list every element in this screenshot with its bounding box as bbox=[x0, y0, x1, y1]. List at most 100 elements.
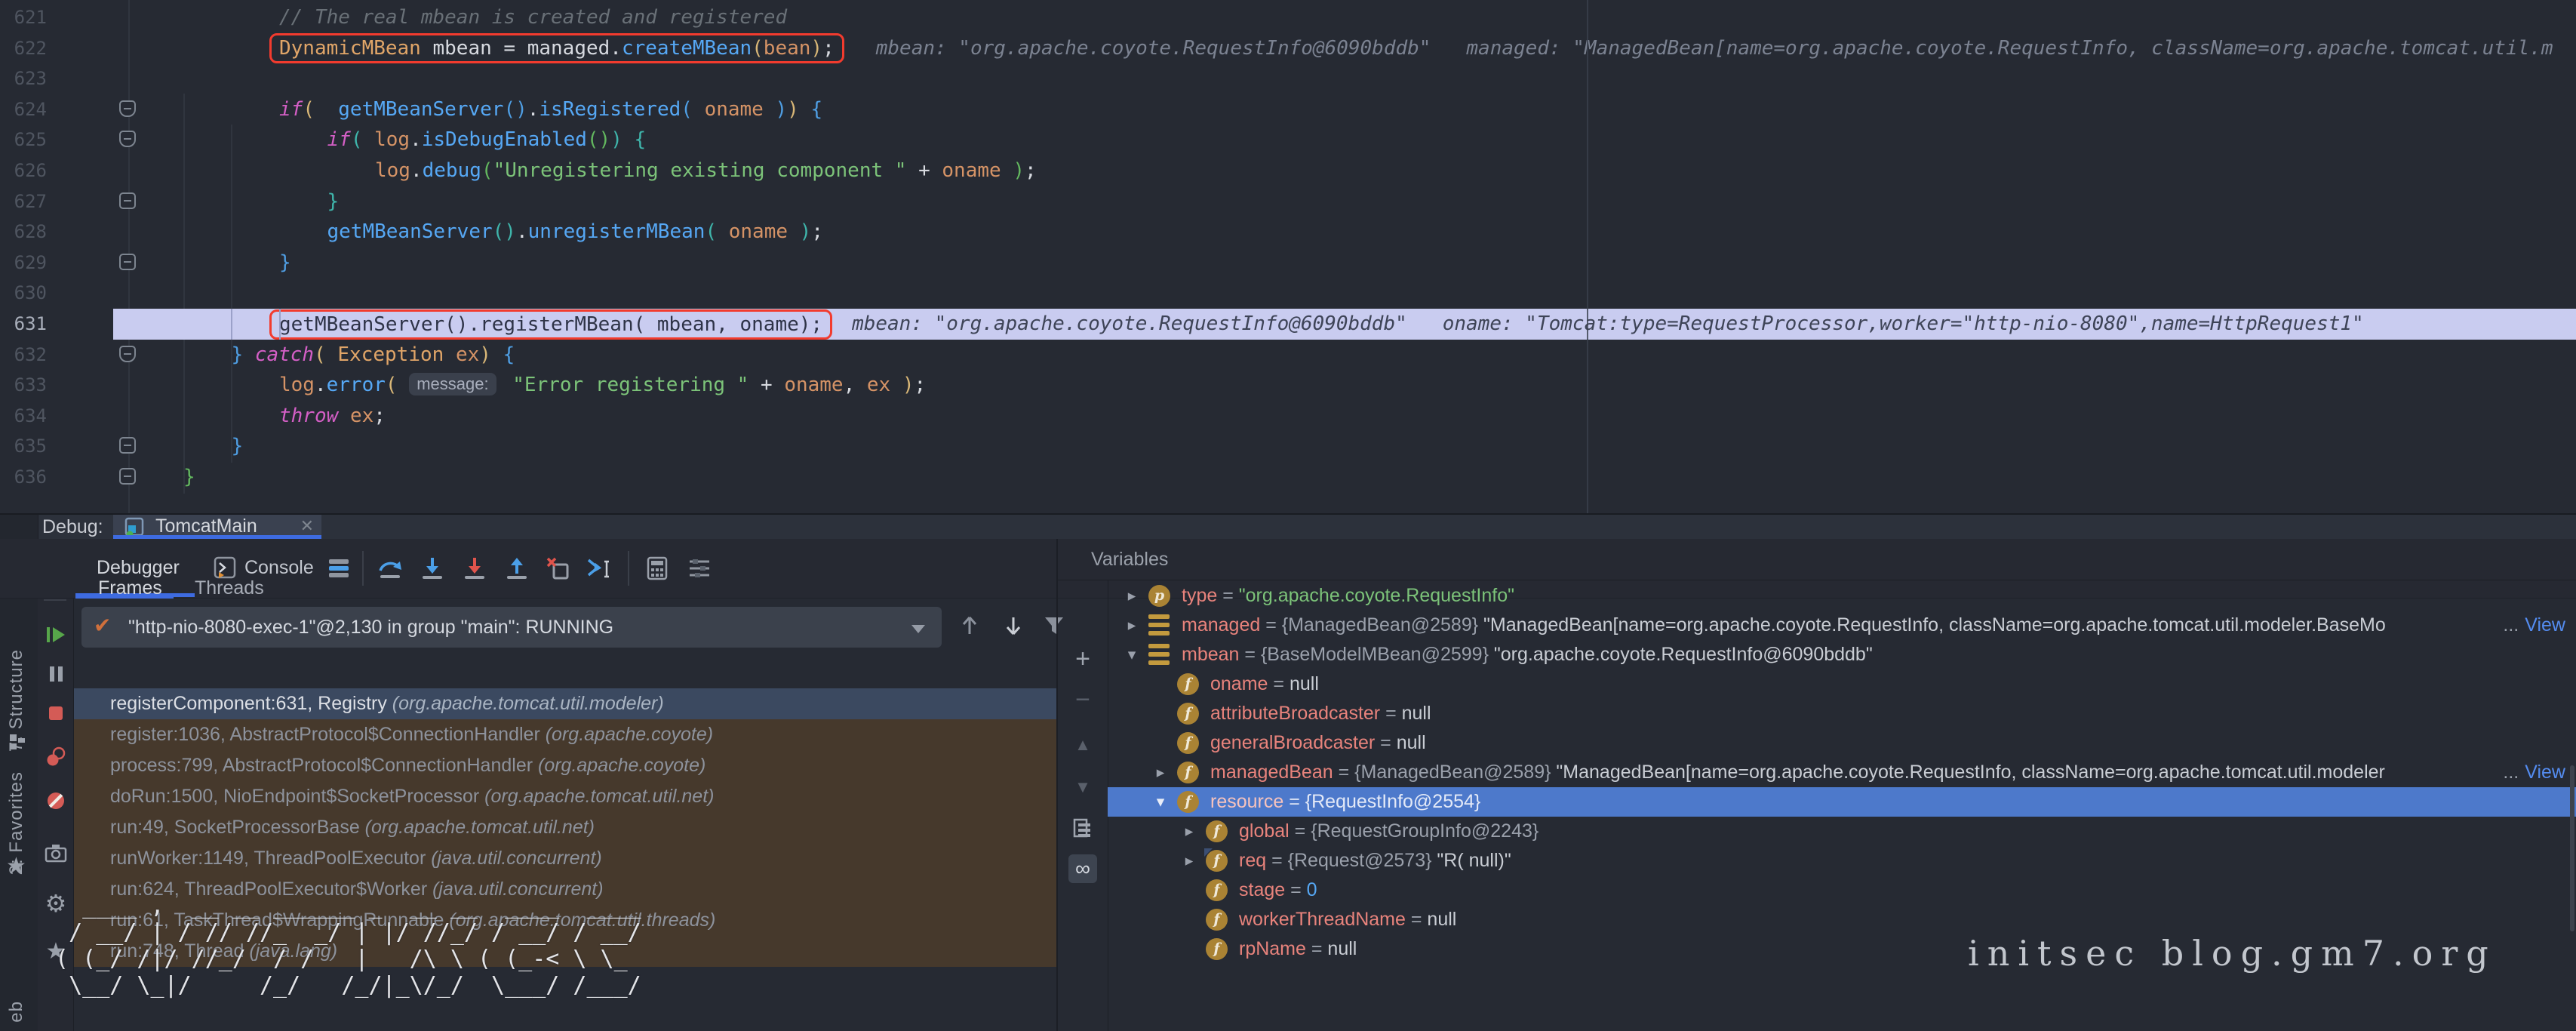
variable-row-managedBean[interactable]: ▸fmanagedBean = {ManagedBean@2589} "Mana… bbox=[1108, 758, 2576, 787]
field-icon: f bbox=[1177, 732, 1199, 754]
line-number: 624 bbox=[0, 94, 47, 125]
fold-marker[interactable] bbox=[119, 100, 136, 117]
code-line-622[interactable]: 622DynamicMBean mbean = managed.createMB… bbox=[0, 33, 2576, 64]
code-line-623[interactable]: 623 bbox=[0, 63, 2576, 94]
chevron-right-icon[interactable]: ▸ bbox=[1180, 846, 1198, 876]
variable-row-oname[interactable]: foname = null bbox=[1108, 669, 2576, 699]
code-line-626[interactable]: 626log.debug("Unregistering existing com… bbox=[0, 155, 2576, 186]
code-token: ( bbox=[752, 37, 764, 60]
tab-threads[interactable]: Threads bbox=[195, 578, 264, 598]
structure-icon bbox=[9, 734, 26, 750]
close-icon[interactable]: ✕ bbox=[300, 515, 314, 537]
variables-side-toolbar: + − ▲ ▼ ∞ bbox=[1058, 580, 1108, 1031]
variable-row-stage[interactable]: f stage = 0 bbox=[1108, 876, 2576, 905]
previous-frame-icon[interactable] bbox=[958, 611, 984, 642]
code-token: mbean = managed. bbox=[421, 37, 622, 60]
code-text: } bbox=[232, 431, 244, 462]
variable-row-type[interactable]: ▸ptype = "org.apache.coyote.RequestInfo" bbox=[1108, 581, 2576, 611]
resume-icon[interactable] bbox=[43, 622, 69, 648]
variable-value: {RequestInfo@2554} bbox=[1305, 791, 1481, 812]
thread-selector[interactable]: ✔ "http-nio-8080-exec-1"@2,130 in group … bbox=[81, 607, 942, 648]
code-line-621[interactable]: 621// The real mbean is created and regi… bbox=[0, 2, 2576, 33]
code-segments: throw ex; bbox=[279, 405, 386, 427]
mute-breakpoints-icon[interactable] bbox=[43, 788, 69, 814]
code-line-635[interactable]: 635} bbox=[0, 431, 2576, 462]
duplicate-watch-icon[interactable] bbox=[1068, 814, 1097, 842]
stop-icon[interactable] bbox=[43, 700, 69, 726]
stack-frame-row[interactable]: doRun:1500, NioEndpoint$SocketProcessor … bbox=[74, 781, 1056, 812]
debug-label: Debug: bbox=[42, 515, 103, 539]
code-line-628[interactable]: 628getMBeanServer().unregisterMBean( ona… bbox=[0, 217, 2576, 248]
view-breakpoints-icon[interactable] bbox=[43, 744, 69, 770]
code-token: bean bbox=[764, 37, 811, 60]
chevron-down-icon[interactable]: ▾ bbox=[1151, 787, 1170, 817]
code-line-636[interactable]: 636} bbox=[0, 462, 2576, 493]
pause-icon[interactable] bbox=[43, 661, 69, 687]
next-frame-icon[interactable] bbox=[1002, 611, 1028, 642]
move-up-icon[interactable]: ▲ bbox=[1068, 731, 1097, 759]
fold-marker[interactable] bbox=[119, 346, 136, 362]
code-line-630[interactable]: 630 bbox=[0, 278, 2576, 309]
fold-marker[interactable] bbox=[119, 437, 136, 454]
code-line-634[interactable]: 634throw ex; bbox=[0, 401, 2576, 432]
variable-value: {RequestGroupInfo@2243} bbox=[1311, 820, 1539, 842]
chevron-right-icon[interactable]: ▸ bbox=[1123, 611, 1141, 640]
stack-frame-row[interactable]: registerComponent:631, Registry (org.apa… bbox=[74, 688, 1056, 719]
run-tab-tomcatmain[interactable]: TomcatMain ✕ bbox=[113, 515, 321, 538]
stack-frame-row[interactable]: register:1036, AbstractProtocol$Connecti… bbox=[74, 719, 1056, 750]
code-line-629[interactable]: 629} bbox=[0, 248, 2576, 279]
variable-row-attributeBroadcaster[interactable]: fattributeBroadcaster = null bbox=[1108, 699, 2576, 728]
code-line-627[interactable]: 627} bbox=[0, 186, 2576, 217]
thread-dump-camera-icon[interactable] bbox=[43, 841, 69, 866]
stripe-item-debug[interactable]: eb bbox=[6, 1001, 27, 1023]
variable-row-global[interactable]: ▸fglobal = {RequestGroupInfo@2243} bbox=[1108, 817, 2576, 846]
code-token: { bbox=[503, 343, 515, 366]
variable-text: stage = 0 bbox=[1239, 876, 2565, 905]
move-down-icon[interactable]: ▼ bbox=[1068, 773, 1097, 802]
chevron-right-icon[interactable]: ▸ bbox=[1123, 581, 1141, 611]
code-token: catch bbox=[255, 343, 314, 366]
stack-frame-row[interactable]: runWorker:1149, ThreadPoolExecutor (java… bbox=[74, 843, 1056, 874]
show-watches-infinity-icon[interactable]: ∞ bbox=[1068, 854, 1097, 883]
variable-value: "R( null)" bbox=[1437, 850, 1511, 871]
code-line-631[interactable]: 631getMBeanServer().registerMBean( mbean… bbox=[0, 309, 2576, 340]
variable-value: null bbox=[1397, 732, 1426, 753]
fold-marker[interactable] bbox=[119, 192, 136, 209]
frame-package: (java.util.concurrent) bbox=[431, 848, 601, 869]
code-segments: log.debug("Unregistering existing compon… bbox=[375, 159, 1037, 182]
code-text: } bbox=[279, 248, 291, 279]
code-line-632[interactable]: 632} catch( Exception ex) { bbox=[0, 340, 2576, 371]
variable-row-workerThreadName[interactable]: fworkerThreadName = null bbox=[1108, 905, 2576, 934]
ellipsis: ... bbox=[2503, 611, 2519, 640]
field-icon: f bbox=[1206, 879, 1228, 901]
code-text: getMBeanServer().registerMBean( mbean, o… bbox=[279, 309, 2364, 340]
variable-row-req[interactable]: ▸freq = {Request@2573} "R( null)" bbox=[1108, 846, 2576, 876]
view-link[interactable]: View bbox=[2525, 611, 2565, 640]
code-token: } bbox=[232, 435, 244, 457]
variable-row-mbean[interactable]: ▾mbean = {BaseModelMBean@2599} "org.apac… bbox=[1108, 640, 2576, 669]
scrollbar-thumb[interactable] bbox=[2570, 765, 2574, 931]
code-editor[interactable]: 621// The real mbean is created and regi… bbox=[0, 0, 2576, 515]
chevron-right-icon[interactable]: ▸ bbox=[1180, 817, 1198, 846]
stack-frame-row[interactable]: process:799, AbstractProtocol$Connection… bbox=[74, 750, 1056, 781]
variable-row-generalBroadcaster[interactable]: fgeneralBroadcaster = null bbox=[1108, 728, 2576, 758]
code-token: . bbox=[315, 374, 327, 396]
code-line-624[interactable]: 624if( getMBeanServer().isRegistered( on… bbox=[0, 94, 2576, 125]
chevron-right-icon[interactable]: ▸ bbox=[1151, 758, 1170, 787]
add-watch-icon[interactable]: + bbox=[1068, 645, 1097, 673]
stack-frame-row[interactable]: run:49, SocketProcessorBase (org.apache.… bbox=[74, 812, 1056, 843]
fold-marker[interactable] bbox=[119, 468, 136, 485]
chevron-down-icon[interactable]: ▾ bbox=[1123, 640, 1141, 669]
code-line-633[interactable]: 633log.error( message: "Error registerin… bbox=[0, 370, 2576, 401]
view-link[interactable]: View bbox=[2525, 758, 2565, 787]
variable-text: resource = {RequestInfo@2554} bbox=[1210, 787, 2565, 817]
code-token: ) bbox=[902, 374, 915, 396]
fold-marker[interactable] bbox=[119, 254, 136, 270]
variable-row-managed[interactable]: ▸managed = {ManagedBean@2589} "ManagedBe… bbox=[1108, 611, 2576, 640]
remove-watch-icon[interactable]: − bbox=[1068, 685, 1097, 714]
frame-location: register:1036, AbstractProtocol$Connecti… bbox=[110, 724, 546, 745]
code-token bbox=[1001, 159, 1013, 182]
code-line-625[interactable]: 625if( log.isDebugEnabled()) { bbox=[0, 125, 2576, 155]
fold-marker[interactable] bbox=[119, 131, 136, 147]
variable-row-resource[interactable]: ▾fresource = {RequestInfo@2554} bbox=[1108, 787, 2576, 817]
